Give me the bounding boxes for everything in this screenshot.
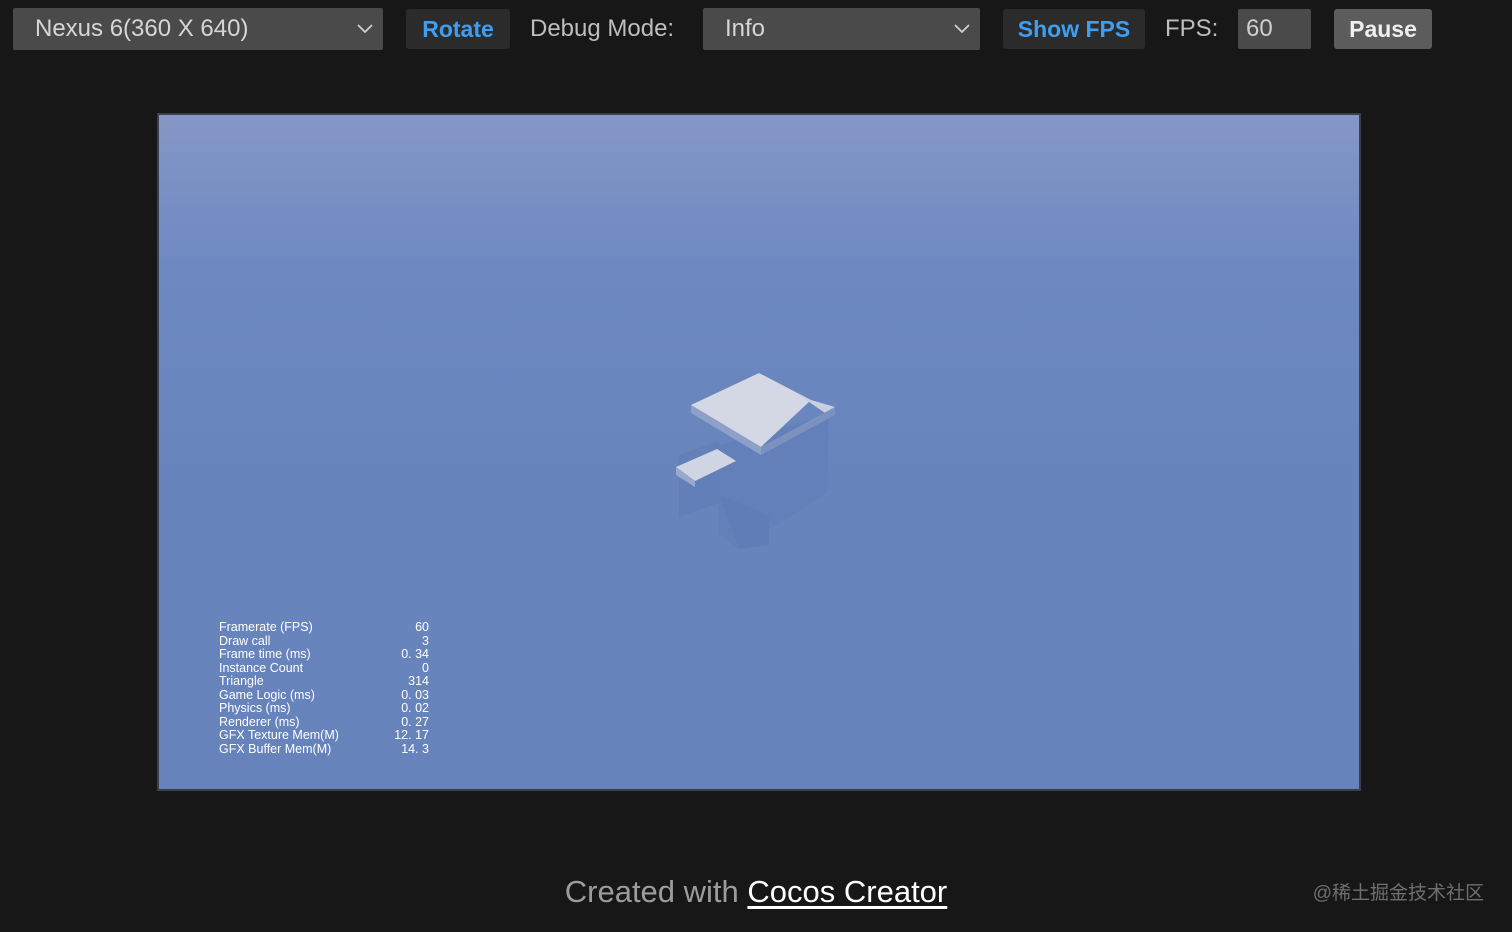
debug-mode-label: Debug Mode: <box>530 15 675 42</box>
stat-row: Renderer (ms) 0. 27 <box>219 714 429 730</box>
chevron-down-icon <box>357 24 373 34</box>
debug-mode-select[interactable]: Info <box>703 8 980 50</box>
stat-label: Game Logic (ms) <box>219 687 315 702</box>
stat-row: Instance Count 0 <box>219 660 429 676</box>
stat-value: 0 <box>422 660 429 675</box>
stat-row: Framerate (FPS) 60 <box>219 620 429 635</box>
watermark: @稀土掘金技术社区 <box>1312 883 1484 904</box>
stat-value: 314 <box>408 674 429 688</box>
stat-row: GFX Texture Mem(M) 12. 17 <box>219 728 429 743</box>
device-select-value: Nexus 6(360 X 640) <box>35 15 249 42</box>
stat-row: Game Logic (ms) 0. 03 <box>219 687 429 703</box>
stat-value: 0. 02 <box>401 701 429 715</box>
fps-label: FPS: <box>1165 15 1219 42</box>
stat-label: Draw call <box>219 633 271 648</box>
stat-value: 0. 03 <box>401 687 429 702</box>
device-select[interactable]: Nexus 6(360 X 640) <box>13 8 383 50</box>
stat-value: 0. 27 <box>401 714 429 729</box>
stat-label: Physics (ms) <box>219 701 291 715</box>
footer: Created with Cocos Creator <box>0 872 1512 912</box>
stat-label: Framerate (FPS) <box>219 620 313 634</box>
stat-label: Frame time (ms) <box>219 647 311 661</box>
stat-value: 12. 17 <box>394 728 429 742</box>
debug-mode-value: Info <box>725 15 766 42</box>
stat-value: 60 <box>415 620 429 634</box>
stat-row: Triangle 314 <box>219 674 429 689</box>
game-canvas[interactable]: Framerate (FPS) 60 Draw call 3 Frame time (m… <box>157 113 1361 791</box>
stat-value: 14. 3 <box>401 741 429 756</box>
stat-row: GFX Buffer Mem(M) 14. 3 <box>219 741 429 757</box>
toolbar: Nexus 6(360 X 640) Rotate Debug Mode: In… <box>0 0 1512 60</box>
stat-label: Renderer (ms) <box>219 714 300 729</box>
pause-button[interactable]: Pause <box>1334 9 1432 49</box>
show-fps-button[interactable]: Show FPS <box>1003 9 1145 49</box>
stat-row: Draw call 3 <box>219 633 429 649</box>
stat-row: Frame time (ms) 0. 34 <box>219 647 429 662</box>
fps-input[interactable] <box>1238 9 1311 49</box>
stat-row: Physics (ms) 0. 02 <box>219 701 429 716</box>
cocos-creator-link[interactable]: Cocos Creator <box>747 874 947 909</box>
stat-label: GFX Buffer Mem(M) <box>219 741 332 756</box>
stat-label: Instance Count <box>219 660 304 675</box>
stat-label: GFX Texture Mem(M) <box>219 728 339 742</box>
stat-value: 3 <box>422 633 429 648</box>
rotate-button[interactable]: Rotate <box>406 9 510 49</box>
stats-overlay: Framerate (FPS) 60 Draw call 3 Frame time (m… <box>219 620 429 757</box>
chevron-down-icon <box>954 24 970 34</box>
stat-label: Triangle <box>219 674 264 688</box>
stat-value: 0. 34 <box>401 647 429 661</box>
footer-prefix: Created with <box>564 874 748 909</box>
